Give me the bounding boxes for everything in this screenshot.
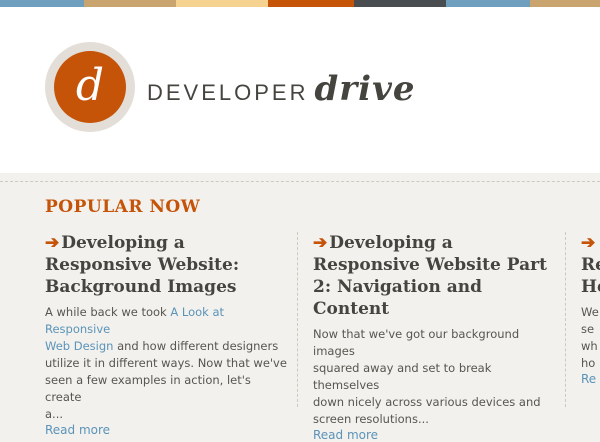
color-stripe-bar	[0, 0, 600, 7]
post-title[interactable]: ➔ Developing a Responsive Website: Backgr…	[45, 232, 290, 298]
excerpt-link[interactable]: Web Design	[45, 339, 113, 353]
post-title-line[interactable]: Re	[581, 255, 600, 275]
post-title-line[interactable]: Responsive Website:	[45, 255, 239, 275]
excerpt-text: wh	[581, 339, 598, 353]
right-arrow-icon: ➔	[45, 233, 60, 253]
post-excerpt: Now that we've got our background images…	[313, 326, 558, 428]
excerpt-text: A while back we took	[45, 305, 171, 319]
site-logo[interactable]: d	[45, 42, 135, 132]
post-card: ➔ Developing a Responsive Website: Backgr…	[45, 232, 290, 437]
post-excerpt: We se wh ho	[581, 304, 600, 372]
read-more-link[interactable]: Read more	[45, 423, 290, 437]
section-title: POPULAR NOW	[45, 197, 201, 217]
excerpt-text: seen a few examples in action, let's cre…	[45, 373, 251, 404]
stripe-segment	[0, 0, 84, 7]
stripe-segment	[268, 0, 354, 7]
header-divider	[0, 181, 600, 182]
post-title-line[interactable]: Developing a	[329, 233, 453, 253]
post-title-line[interactable]: Background Images	[45, 277, 236, 297]
brand-wordmark[interactable]: DEVELOPER drive	[147, 69, 416, 109]
post-title-line[interactable]: 2: Navigation and Content	[313, 277, 482, 319]
stripe-segment	[84, 0, 176, 7]
excerpt-text: screen resolutions...	[313, 412, 429, 426]
excerpt-text: Now that we've got our background images	[313, 327, 520, 358]
right-arrow-icon: ➔	[581, 233, 596, 253]
excerpt-text: We	[581, 305, 599, 319]
excerpt-text: ho	[581, 356, 596, 370]
column-divider	[565, 232, 566, 407]
brand-developer: DEVELOPER	[147, 80, 309, 105]
post-excerpt: A while back we took A Look at Responsiv…	[45, 304, 290, 423]
brand-drive: drive	[314, 69, 416, 109]
read-more-link[interactable]: Re	[581, 372, 600, 386]
site-header: d DEVELOPER drive	[0, 7, 600, 173]
excerpt-text: utilize it in different ways. Now that w…	[45, 356, 287, 370]
stripe-segment	[446, 0, 530, 7]
excerpt-text: squared away and set to break themselves	[313, 361, 492, 392]
post-title[interactable]: ➔ Developing a Responsive Website Part 2:…	[313, 232, 558, 320]
excerpt-text: a...	[45, 407, 64, 421]
excerpt-text: and how different designers	[113, 339, 279, 353]
post-title-line[interactable]: He	[581, 277, 600, 297]
post-card: ➔ Developing a Responsive Website Part 2:…	[313, 232, 558, 442]
logo-letter: d	[54, 51, 126, 123]
stripe-segment	[530, 0, 600, 7]
column-divider	[297, 232, 298, 407]
right-arrow-icon: ➔	[313, 233, 328, 253]
post-title-line[interactable]: Responsive Website Part	[313, 255, 547, 275]
stripe-segment	[176, 0, 268, 7]
post-title-line[interactable]: Developing a	[61, 233, 185, 253]
read-more-link[interactable]: Read more	[313, 428, 558, 442]
stripe-segment	[354, 0, 446, 7]
post-title[interactable]: ➔ Re He	[581, 232, 600, 298]
excerpt-text: se	[581, 322, 595, 336]
post-card: ➔ Re He We se wh ho Re	[581, 232, 600, 386]
